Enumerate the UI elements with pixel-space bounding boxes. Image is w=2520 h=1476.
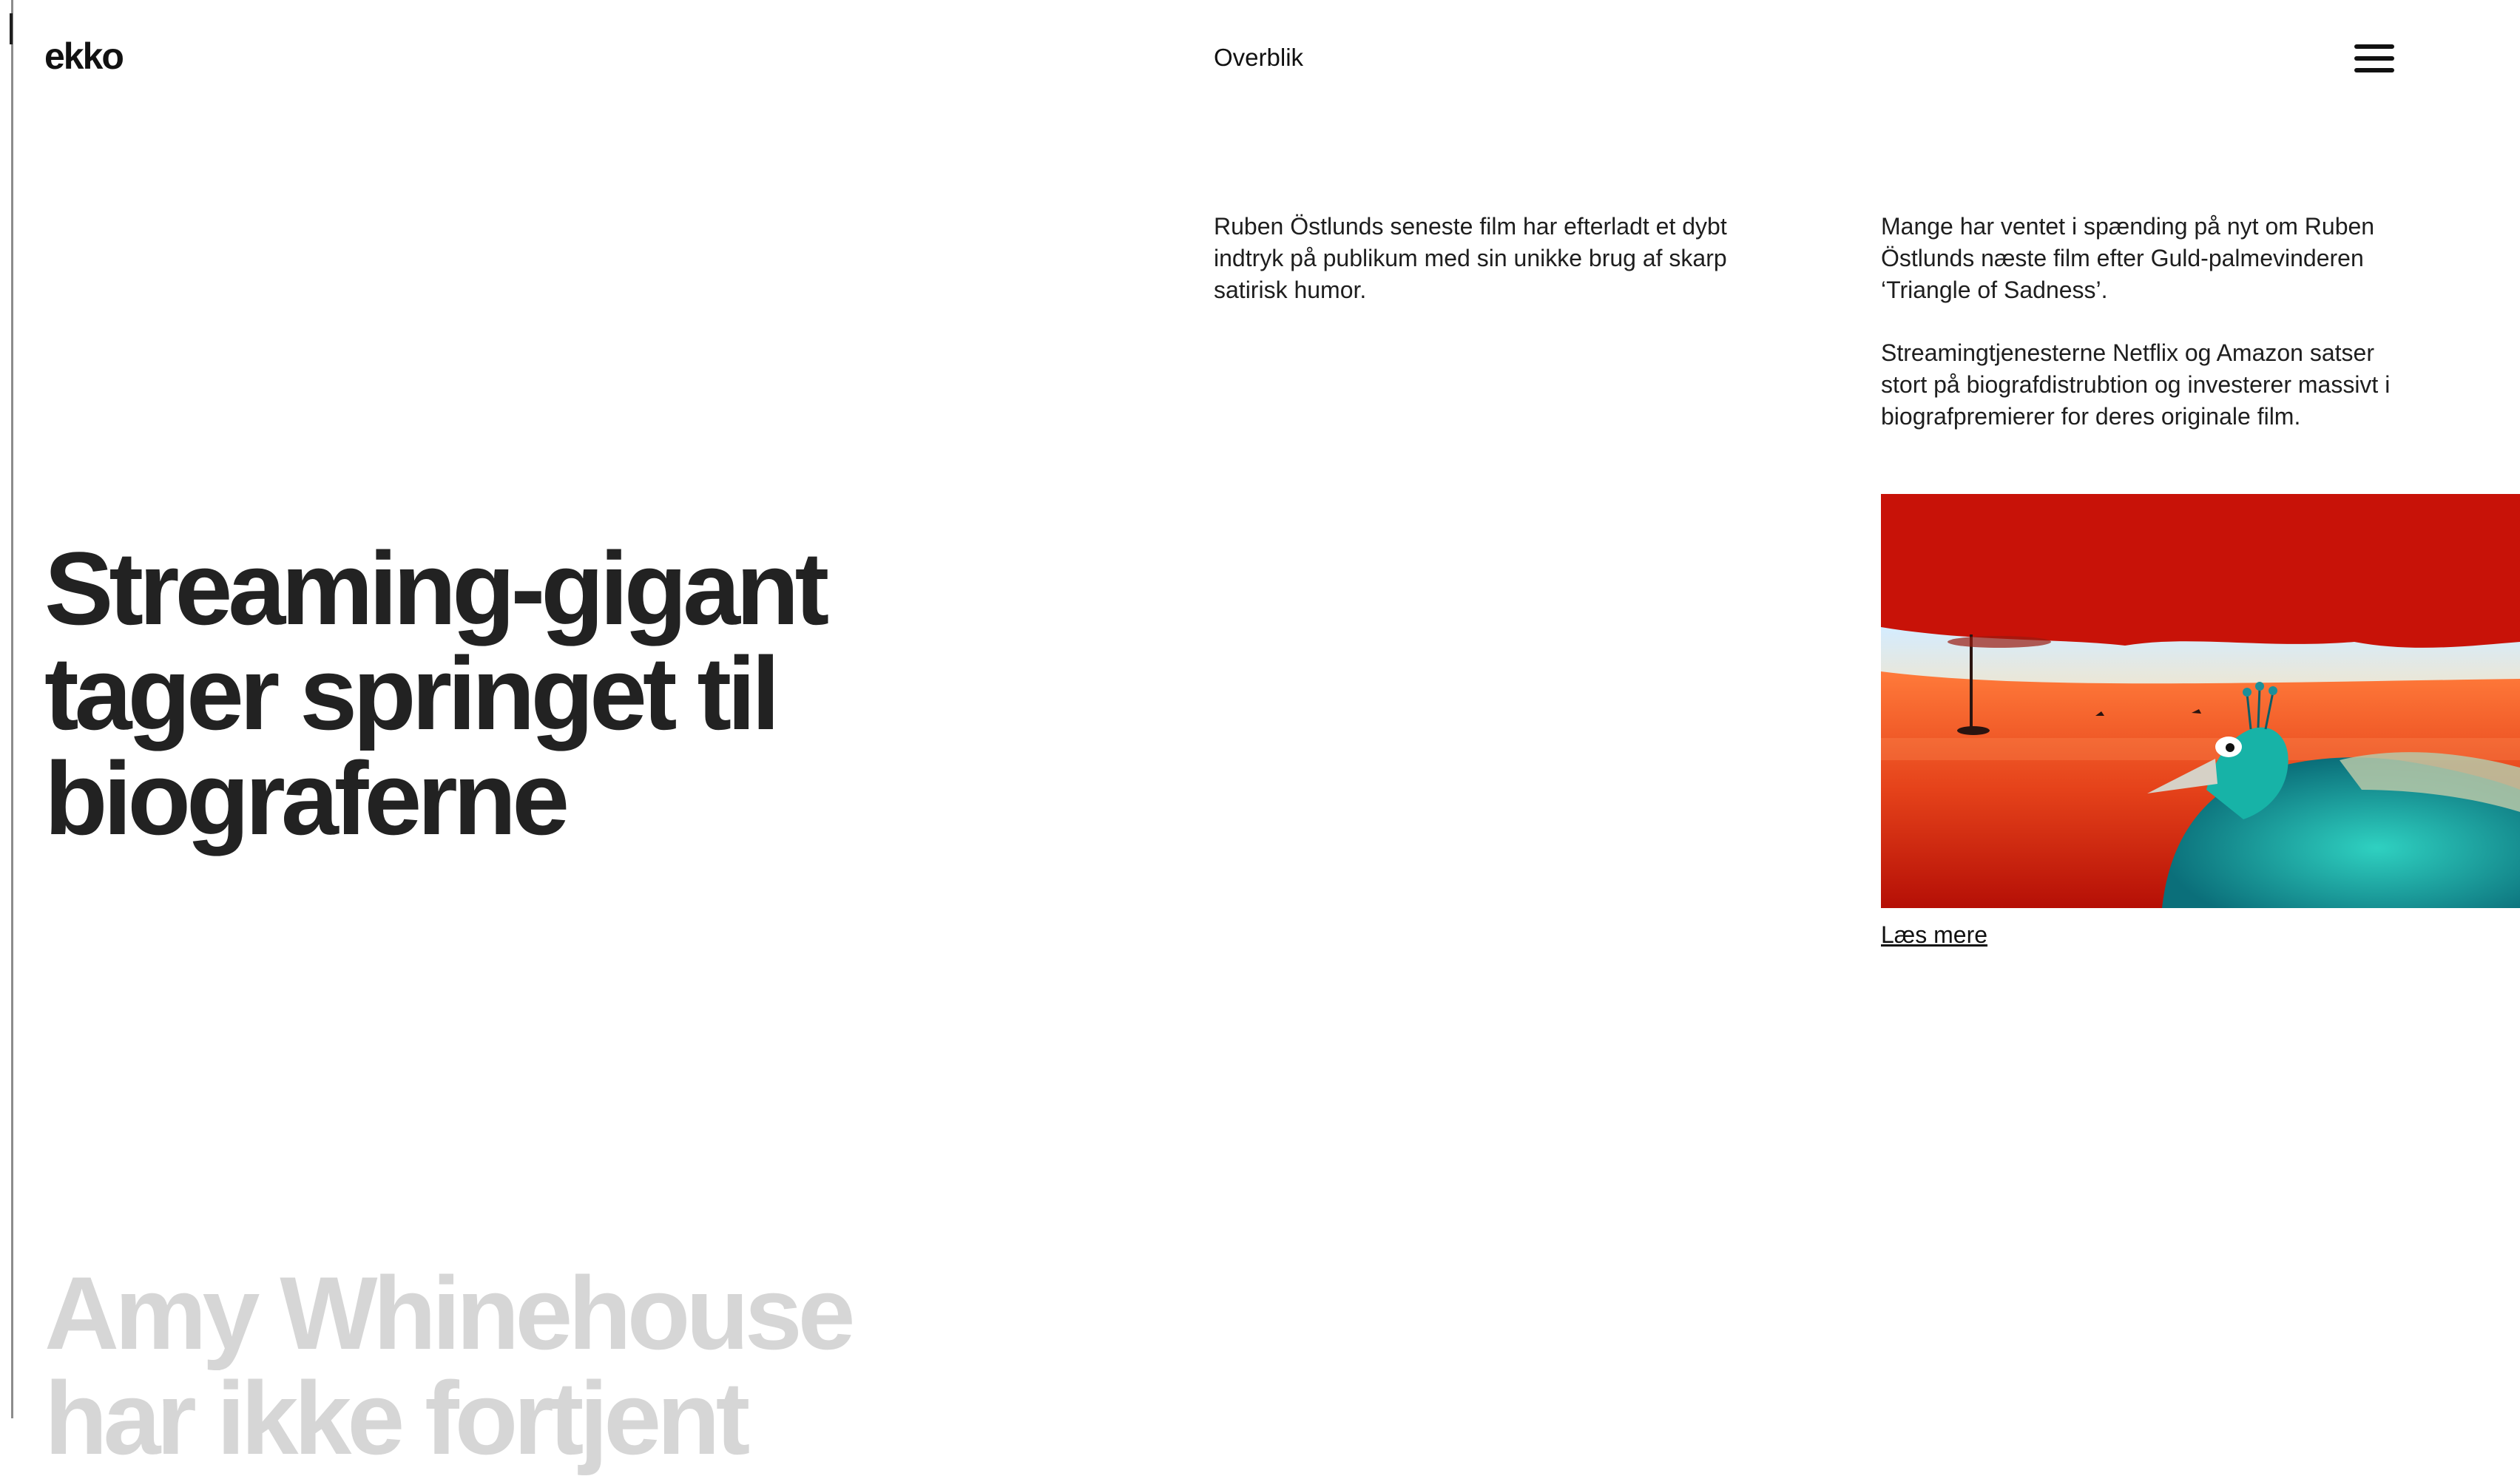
nav-overblik-link[interactable]: Overblik bbox=[1214, 43, 1303, 72]
ekko-logo[interactable]: ekko bbox=[44, 34, 124, 78]
menu-bar bbox=[2354, 56, 2394, 61]
read-more-link[interactable]: Læs mere bbox=[1881, 920, 1987, 949]
menu-bar bbox=[2354, 44, 2394, 49]
scroll-indicator bbox=[10, 13, 13, 44]
hero-headline[interactable]: Streaming-gigant tager springet til biog… bbox=[44, 536, 917, 851]
hamburger-menu-icon[interactable] bbox=[2354, 43, 2394, 74]
peacock-film-still-image[interactable] bbox=[1881, 494, 2520, 908]
next-article-headline[interactable]: Amy Whinehouse har ikke fortjent bbox=[44, 1261, 917, 1471]
article-teaser-ostlund-humor[interactable]: Ruben Östlunds seneste film har efterlad… bbox=[1214, 211, 1761, 306]
menu-bar bbox=[2354, 68, 2394, 72]
left-border-line bbox=[11, 0, 13, 1418]
article-teaser-streaming-cinema[interactable]: Streamingtjenesterne Netflix og Amazon s… bbox=[1881, 337, 2413, 433]
article-teaser-ostlund-next-film[interactable]: Mange har ventet i spænding på nyt om Ru… bbox=[1881, 211, 2413, 306]
